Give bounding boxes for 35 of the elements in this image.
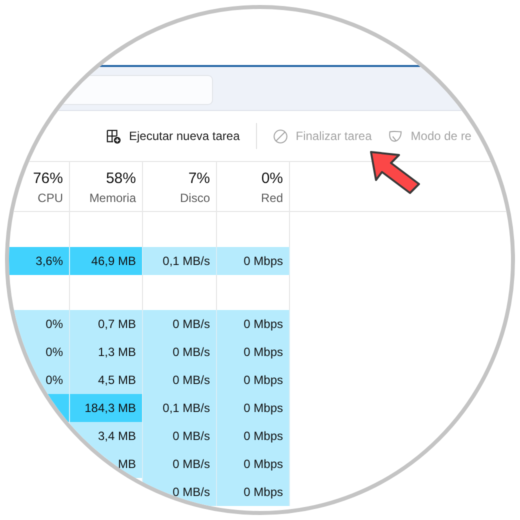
table-cell: 0 MB/s [143, 478, 217, 506]
column-header[interactable]: CPU [38, 191, 63, 205]
leaf-icon [388, 128, 403, 144]
table-cell: 4,5 MB [70, 366, 143, 394]
table-cell: 0 MB/s [143, 450, 217, 478]
table-cell: 3,4 MB [70, 422, 143, 450]
table-cell: 0,1 MB/s [143, 247, 217, 275]
table-cell: 3,6% [9, 247, 70, 275]
table-cell: 0 Mbps [217, 478, 290, 506]
table-cell: 0 Mbps [217, 366, 290, 394]
new-task-icon [106, 128, 121, 144]
table-cell: 0 Mbps [217, 247, 290, 275]
column-header[interactable]: Memoria [89, 191, 136, 205]
table-cell: 0 MB/s [143, 338, 217, 366]
table-cell: 0 MB/s [143, 422, 217, 450]
column-percent: 7% [188, 170, 210, 187]
table-cell: 0,1 MB/s [143, 394, 217, 422]
table-cell: 0 MB/s [143, 310, 217, 338]
block-icon [272, 128, 288, 144]
table-cell: 1,3 MB [70, 338, 143, 366]
run-task-button[interactable]: Ejecutar nueva tarea [104, 124, 242, 148]
column-header[interactable]: Red [260, 191, 283, 205]
table-cell: 0,7 MB [70, 310, 143, 338]
table-cell: 184,3 MB [70, 394, 143, 422]
table-cell: 0 Mbps [217, 338, 290, 366]
column-percent: 76% [32, 170, 63, 187]
column-header[interactable]: Disco [180, 191, 210, 205]
column-percent: 58% [106, 170, 136, 187]
table-cell: 0 Mbps [217, 450, 290, 478]
table-cell: 0 Mbps [217, 422, 290, 450]
table-cell: 0 Mbps [217, 394, 290, 422]
table-cell: 0 MB/s [143, 366, 217, 394]
table-cell: 0 Mbps [217, 310, 290, 338]
column-percent: 0% [261, 170, 283, 187]
table-cell: 46,9 MB [70, 247, 143, 275]
